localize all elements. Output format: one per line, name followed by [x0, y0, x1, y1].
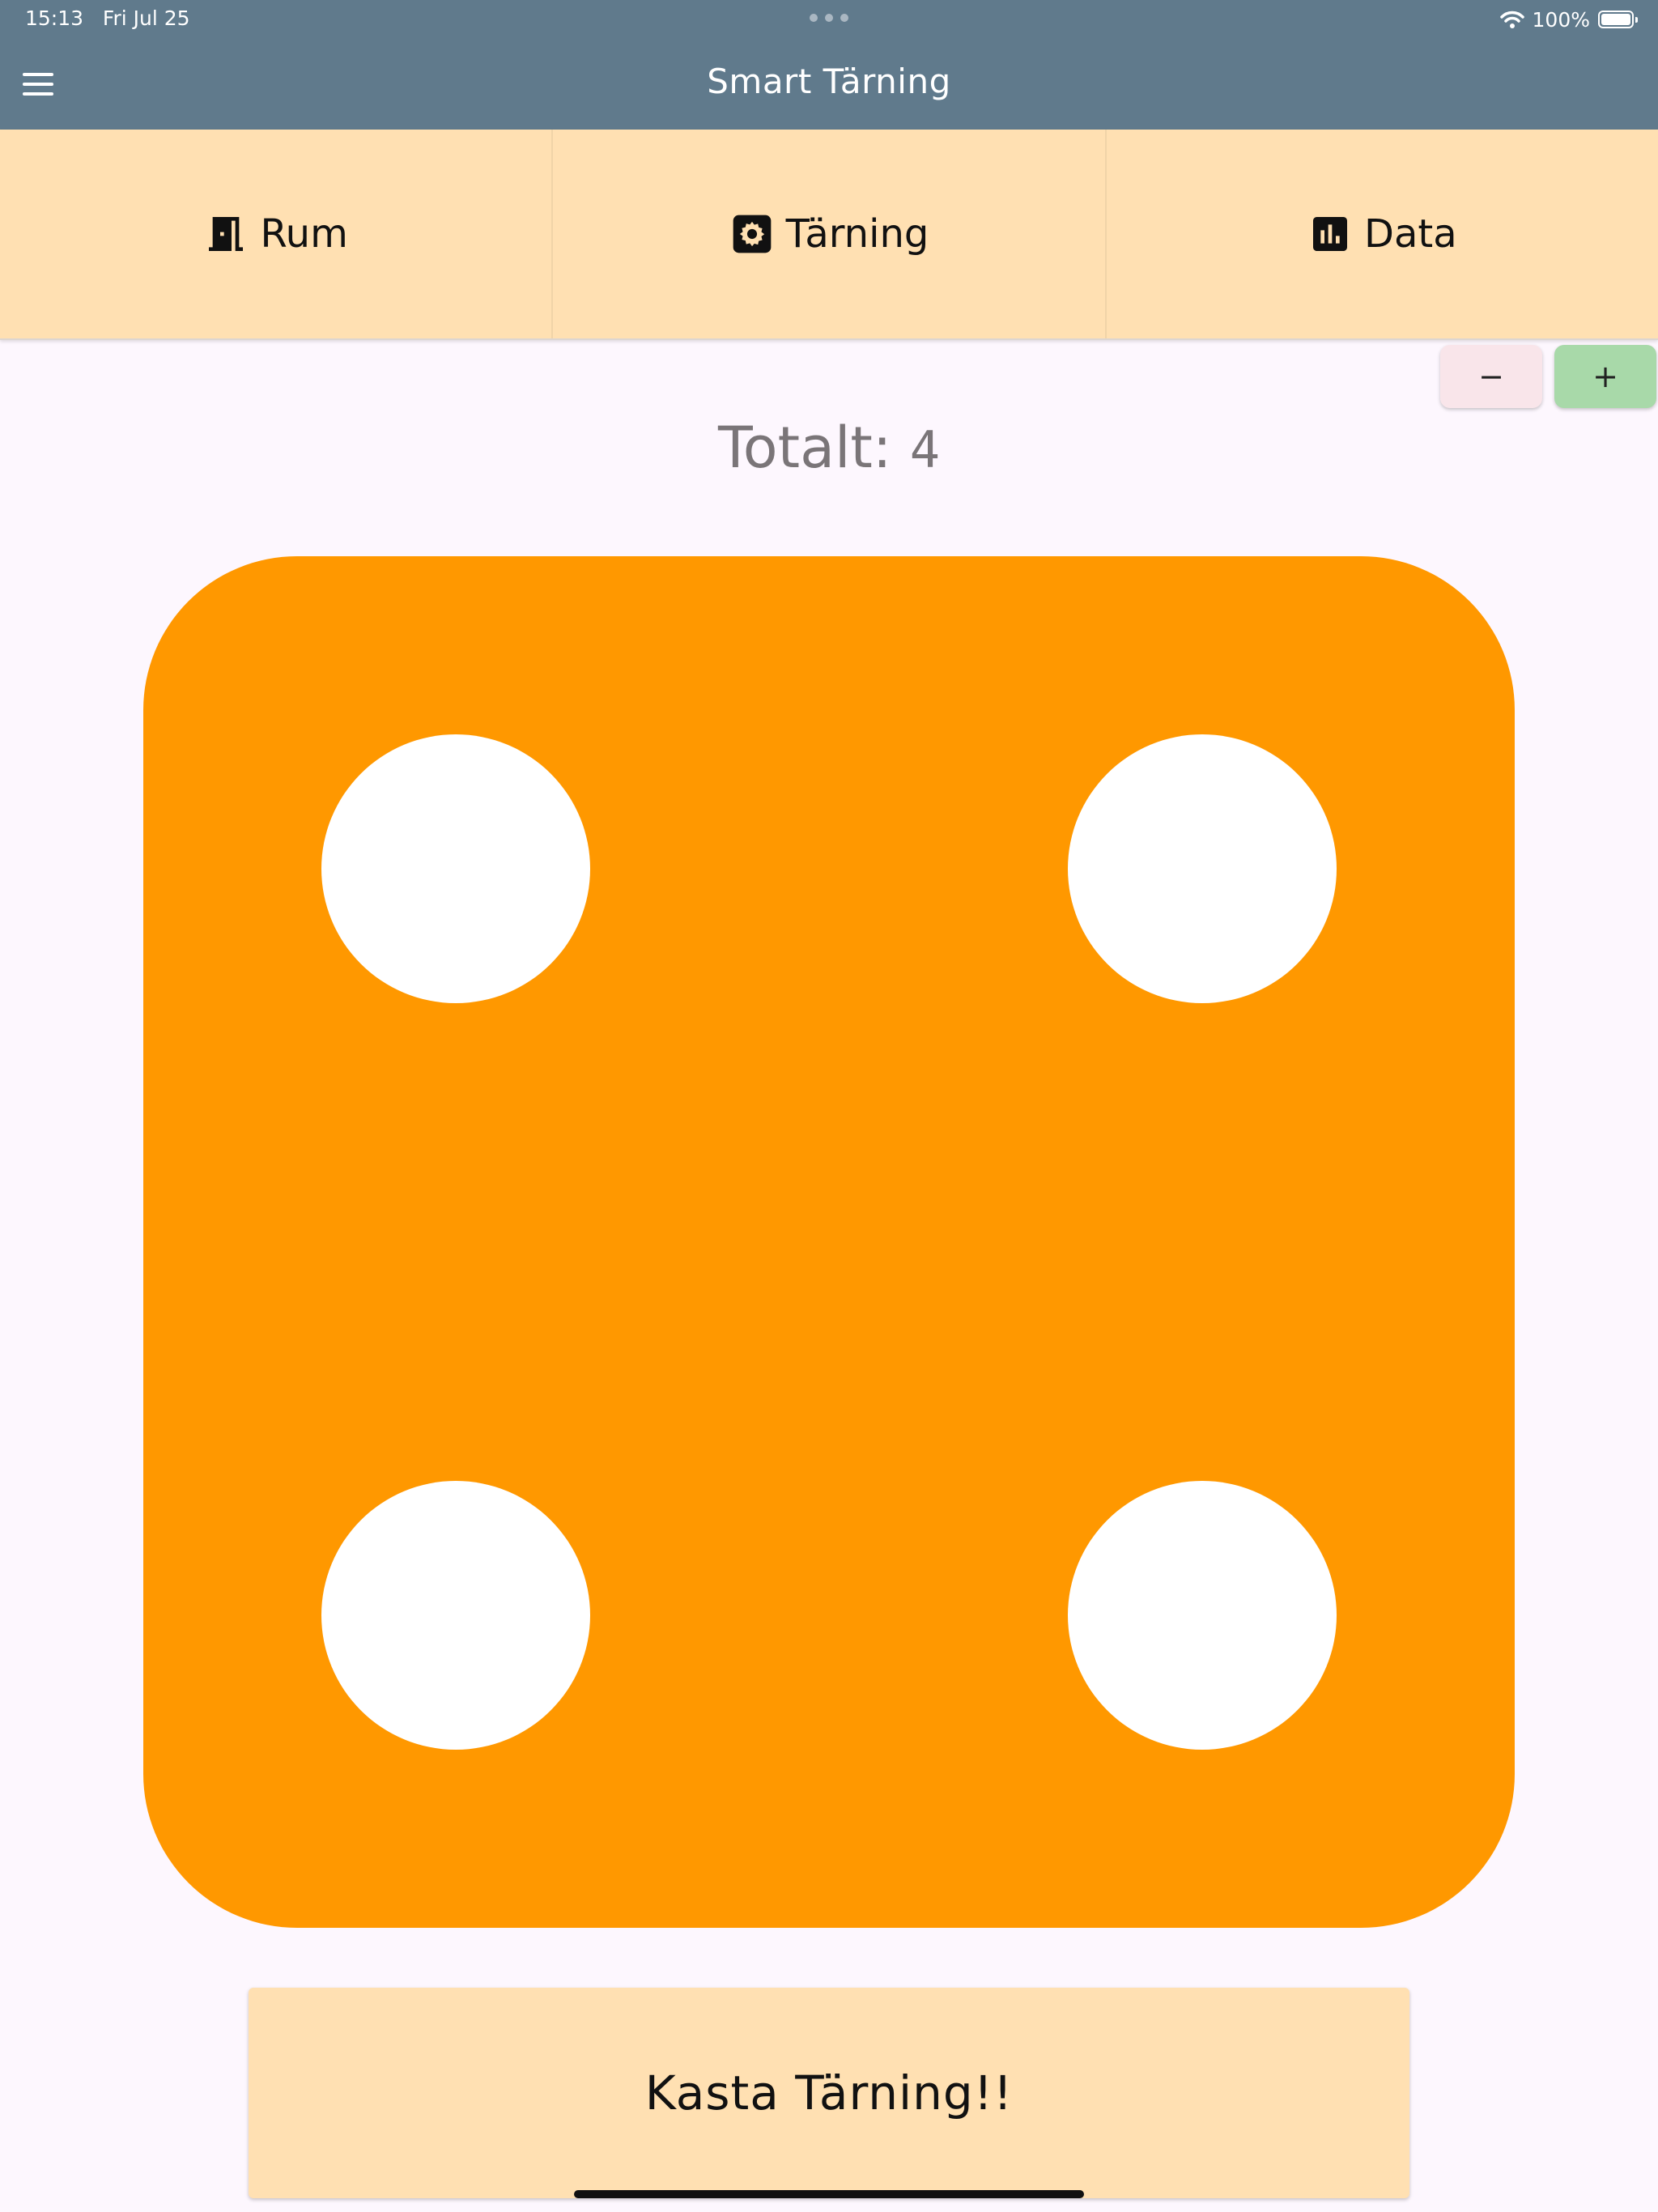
app-bar: Smart Tärning	[0, 39, 1658, 130]
total-value: 4	[909, 420, 941, 479]
wifi-icon	[1499, 11, 1524, 28]
status-date: Fri Jul 25	[102, 6, 190, 30]
tab-label: Data	[1364, 211, 1457, 257]
decrease-button[interactable]: −	[1440, 345, 1542, 408]
die-face[interactable]	[143, 556, 1515, 1928]
roll-die-button[interactable]: Kasta Tärning!!	[249, 1988, 1409, 2198]
bar-chart-icon	[1313, 217, 1348, 251]
tab-tarning[interactable]: Tärning	[553, 130, 1107, 338]
tab-rum[interactable]: Rum	[0, 130, 554, 338]
total-label: Totalt:	[717, 415, 892, 481]
page-title: Smart Tärning	[707, 62, 951, 101]
status-bar: 15:13 Fri Jul 25 100%	[0, 0, 1658, 39]
die-pip	[1068, 734, 1337, 1003]
tab-data[interactable]: Data	[1107, 130, 1658, 338]
home-indicator	[574, 2190, 1084, 2198]
die-pip	[321, 734, 590, 1003]
status-time: 15:13 Fri Jul 25	[25, 6, 190, 30]
multitasking-dots-icon[interactable]	[810, 10, 848, 26]
settings-icon	[733, 215, 771, 253]
total-display: Totalt: 4	[0, 415, 1658, 481]
tab-bar: Rum Tärning Data	[0, 130, 1658, 340]
increase-button[interactable]: +	[1554, 345, 1656, 408]
battery-icon	[1598, 11, 1638, 28]
tab-label: Rum	[260, 211, 348, 257]
battery-percent: 100%	[1532, 7, 1590, 32]
door-icon	[209, 217, 244, 251]
die-pip	[1068, 1481, 1337, 1750]
die-pip	[321, 1481, 590, 1750]
status-indicators: 100%	[1499, 6, 1638, 32]
tab-label: Tärning	[785, 211, 929, 257]
status-clock: 15:13	[25, 6, 84, 30]
